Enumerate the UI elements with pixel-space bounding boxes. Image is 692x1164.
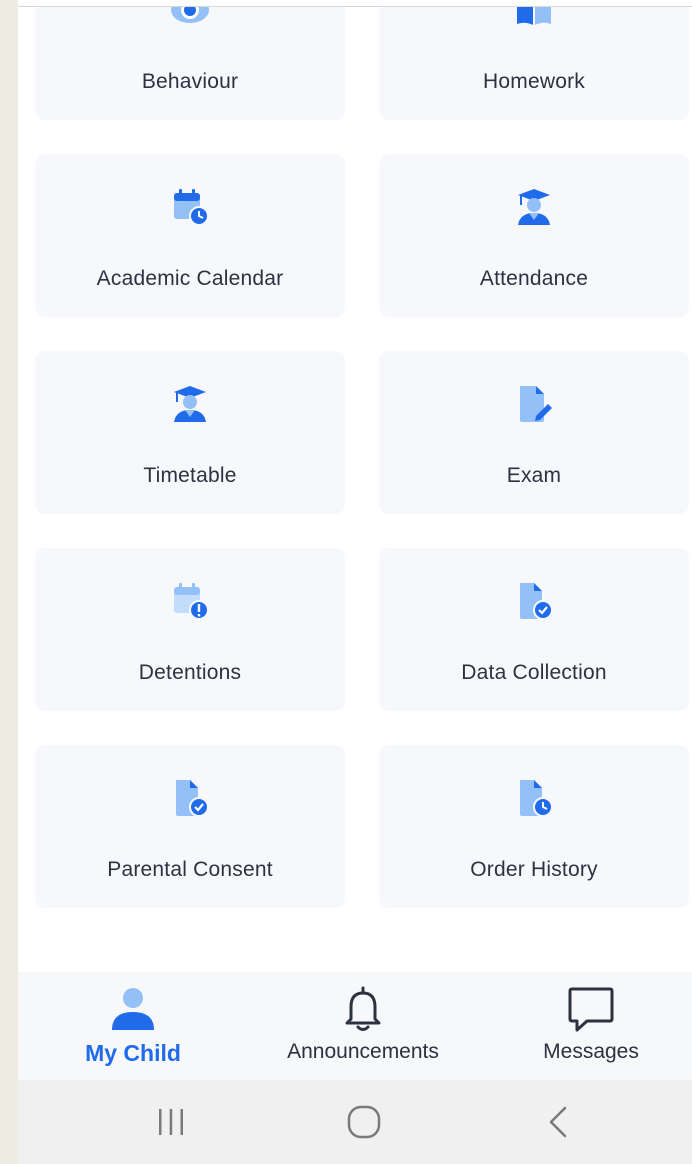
- top-divider: [18, 0, 692, 7]
- tile-order-history[interactable]: Order History: [379, 745, 689, 908]
- tile-timetable[interactable]: Timetable: [35, 351, 345, 514]
- person-icon: [110, 984, 156, 1034]
- tile-label: Academic Calendar: [96, 267, 284, 290]
- tile-academic-calendar[interactable]: Academic Calendar: [35, 154, 345, 317]
- feature-grid: Behaviour Homework Academic Calendar Att…: [35, 7, 689, 908]
- nav-my-child[interactable]: My Child: [68, 972, 198, 1080]
- tile-exam[interactable]: Exam: [379, 351, 689, 514]
- tile-behaviour[interactable]: Behaviour: [35, 7, 345, 120]
- system-navigation-bar: [18, 1080, 692, 1164]
- tile-detentions[interactable]: Detentions: [35, 548, 345, 711]
- nav-label: Announcements: [287, 1040, 439, 1063]
- nav-announcements[interactable]: Announcements: [273, 972, 453, 1080]
- nav-messages[interactable]: Messages: [528, 972, 654, 1080]
- bottom-navigation: My Child Announcements Messages: [18, 972, 692, 1080]
- tile-label: Timetable: [143, 464, 237, 487]
- calendar-alert-icon: [170, 581, 210, 621]
- back-chevron-icon[interactable]: [518, 1080, 598, 1164]
- tile-label: Attendance: [479, 267, 589, 290]
- document-check-icon: [170, 778, 210, 818]
- bell-icon: [343, 984, 383, 1034]
- tile-homework[interactable]: Homework: [379, 7, 689, 120]
- document-clock-icon: [514, 778, 554, 818]
- tile-label: Parental Consent: [107, 858, 273, 881]
- eye-icon: [170, 7, 210, 30]
- dashboard-screen: Behaviour Homework Academic Calendar Att…: [18, 7, 692, 972]
- tile-data-collection[interactable]: Data Collection: [379, 548, 689, 711]
- chat-bubble-icon: [567, 984, 615, 1034]
- book-icon: [514, 7, 554, 30]
- tile-label: Homework: [483, 70, 585, 93]
- tile-label: Detentions: [138, 661, 242, 684]
- tile-label: Exam: [506, 464, 562, 487]
- student-graduate-icon: [170, 384, 210, 424]
- tile-attendance[interactable]: Attendance: [379, 154, 689, 317]
- tile-parental-consent[interactable]: Parental Consent: [35, 745, 345, 908]
- document-check-icon: [514, 581, 554, 621]
- nav-label: Messages: [543, 1040, 639, 1063]
- home-circle-icon[interactable]: [324, 1080, 404, 1164]
- recent-apps-icon[interactable]: [131, 1080, 211, 1164]
- student-graduate-icon: [514, 187, 554, 227]
- tile-label: Order History: [470, 858, 598, 881]
- tile-label: Behaviour: [141, 70, 239, 93]
- document-pen-icon: [514, 384, 554, 424]
- calendar-clock-icon: [170, 187, 210, 227]
- nav-label: My Child: [85, 1040, 181, 1066]
- tile-label: Data Collection: [461, 661, 607, 684]
